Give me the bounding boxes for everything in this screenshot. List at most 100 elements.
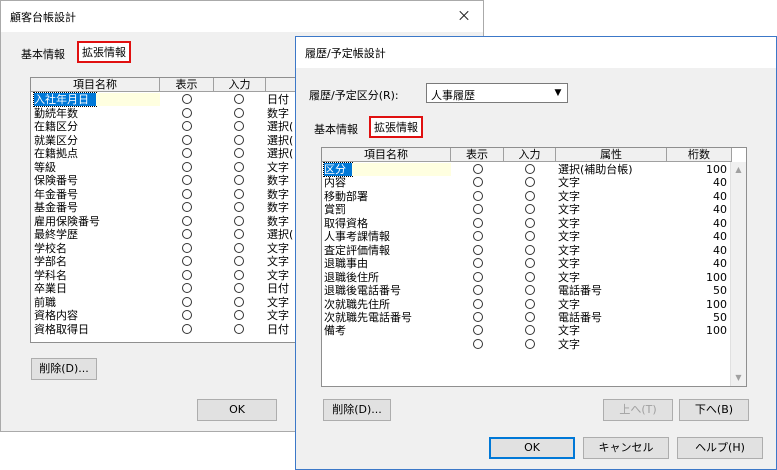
table-row[interactable]: 備考 文字 100 — [322, 324, 730, 337]
display-radio[interactable] — [182, 283, 192, 293]
table-row[interactable]: 査定評価情報 文字 40 — [322, 244, 730, 257]
display-radio[interactable] — [473, 338, 483, 349]
input-radio[interactable] — [234, 94, 244, 104]
table-row[interactable]: 卒業日 日付 — [31, 282, 299, 295]
cell-item-name[interactable]: 学部名 — [34, 255, 154, 268]
table-row[interactable]: 賞罰 文字 40 — [322, 203, 730, 216]
table-row[interactable]: 内容 文字 40 — [322, 176, 730, 189]
cell-item-name[interactable]: 最終学歴 — [34, 228, 154, 241]
cell-item-name[interactable]: 退職後電話番号 — [324, 284, 450, 297]
move-down-button[interactable]: 下へ(B) — [679, 399, 749, 421]
input-radio[interactable] — [234, 310, 244, 320]
header-item-name[interactable]: 項目名称 — [322, 148, 451, 162]
input-radio[interactable] — [525, 258, 535, 269]
display-radio[interactable] — [473, 311, 483, 322]
cell-item-name[interactable]: 学校名 — [34, 242, 154, 255]
input-radio[interactable] — [234, 107, 244, 118]
table-row[interactable]: 入社年月日 日付 — [31, 92, 299, 107]
input-radio[interactable] — [525, 244, 535, 255]
input-radio[interactable] — [525, 177, 535, 188]
table-row[interactable]: 学部名 文字 — [31, 255, 299, 268]
chevron-down-icon[interactable]: ▼ — [550, 85, 566, 101]
table-row[interactable]: 年金番号 数字 — [31, 188, 299, 201]
cancel-button[interactable]: キャンセル — [583, 437, 669, 459]
cell-item-name[interactable]: 卒業日 — [34, 282, 154, 295]
tab-extended-info[interactable]: 拡張情報 — [77, 41, 131, 63]
input-radio[interactable] — [234, 148, 244, 158]
help-button[interactable]: ヘルプ(H) — [677, 437, 763, 459]
display-radio[interactable] — [473, 244, 483, 255]
display-radio[interactable] — [182, 229, 192, 239]
display-radio[interactable] — [182, 121, 192, 131]
header-input[interactable]: 入力 — [214, 78, 266, 92]
cell-item-name[interactable]: 等級 — [34, 161, 154, 174]
table-row[interactable]: 区分 選択(補助台帳) 100 — [322, 162, 730, 177]
delete-button[interactable]: 削除(D)... — [323, 399, 391, 421]
input-radio[interactable] — [525, 164, 535, 174]
table-row[interactable]: 等級 文字 — [31, 161, 299, 174]
input-radio[interactable] — [525, 298, 535, 309]
cell-item-name[interactable]: 前職 — [34, 296, 154, 309]
display-radio[interactable] — [182, 256, 192, 266]
cell-item-name[interactable] — [324, 338, 450, 351]
table-row[interactable]: 資格内容 文字 — [31, 309, 299, 322]
table-row[interactable]: 退職後住所 文字 100 — [322, 271, 730, 284]
input-radio[interactable] — [525, 204, 535, 215]
input-radio[interactable] — [234, 242, 244, 253]
display-radio[interactable] — [473, 177, 483, 188]
cell-item-name[interactable]: 次就職先住所 — [324, 298, 450, 311]
display-radio[interactable] — [473, 231, 483, 242]
display-radio[interactable] — [182, 242, 192, 253]
cell-item-name[interactable]: 査定評価情報 — [324, 244, 450, 257]
display-radio[interactable] — [182, 215, 192, 226]
cell-item-name[interactable]: 年金番号 — [34, 188, 154, 201]
input-radio[interactable] — [234, 256, 244, 266]
input-radio[interactable] — [525, 325, 535, 336]
display-radio[interactable] — [473, 271, 483, 282]
tab-basic-info[interactable]: 基本情報 — [314, 121, 358, 137]
input-radio[interactable] — [234, 229, 244, 239]
display-radio[interactable] — [473, 258, 483, 269]
display-radio[interactable] — [182, 310, 192, 320]
header-digits[interactable]: 桁数 — [667, 148, 732, 162]
display-radio[interactable] — [473, 217, 483, 228]
scroll-down-icon[interactable]: ▼ — [731, 370, 746, 386]
cell-item-name[interactable]: 人事考課情報 — [324, 230, 450, 243]
move-up-button[interactable]: 上へ(T) — [603, 399, 673, 421]
display-radio[interactable] — [182, 188, 192, 199]
display-radio[interactable] — [182, 269, 192, 280]
input-radio[interactable] — [525, 311, 535, 322]
fields-table[interactable]: 項目名称 表示 入力 属性 桁数 区分 選択(補助台帳) 100 内容 文字 40 移動部署… — [321, 147, 747, 387]
edit-box[interactable] — [352, 163, 451, 176]
ok-button[interactable]: OK — [197, 399, 277, 421]
cell-item-name[interactable]: 雇用保険番号 — [34, 215, 154, 228]
input-radio[interactable] — [234, 121, 244, 131]
cell-item-name[interactable]: 就業区分 — [34, 134, 154, 147]
table-row[interactable]: 文字 — [322, 338, 730, 351]
delete-button[interactable]: 削除(D)... — [31, 358, 97, 380]
display-radio[interactable] — [473, 285, 483, 296]
cell-item-name[interactable]: 資格取得日 — [34, 323, 154, 336]
input-radio[interactable] — [234, 175, 244, 185]
display-radio[interactable] — [182, 296, 192, 307]
table-row[interactable]: 勤続年数 数字 — [31, 107, 299, 120]
cell-item-name[interactable]: 移動部署 — [324, 190, 450, 203]
fields-table[interactable]: 項目名称 表示 入力 入社年月日 日付 勤続年数 数字 在籍区分 選択(就業区分 選択(在籍… — [30, 77, 300, 343]
table-row[interactable]: 雇用保険番号 数字 — [31, 215, 299, 228]
cell-item-name[interactable]: 退職事由 — [324, 257, 450, 270]
input-radio[interactable] — [234, 134, 244, 145]
cell-item-name[interactable]: 資格内容 — [34, 309, 154, 322]
cell-item-name[interactable]: 賞罰 — [324, 203, 450, 216]
cell-item-name[interactable]: 勤続年数 — [34, 107, 154, 120]
table-row[interactable]: 前職 文字 — [31, 296, 299, 309]
display-radio[interactable] — [473, 298, 483, 309]
input-radio[interactable] — [525, 190, 535, 201]
cell-item-name[interactable]: 保険番号 — [34, 174, 154, 187]
display-radio[interactable] — [182, 148, 192, 158]
input-radio[interactable] — [525, 231, 535, 242]
cell-item-name[interactable]: 取得資格 — [324, 217, 450, 230]
display-radio[interactable] — [182, 134, 192, 145]
header-display[interactable]: 表示 — [451, 148, 504, 162]
display-radio[interactable] — [182, 323, 192, 334]
table-row[interactable]: 次就職先電話番号 電話番号 50 — [322, 311, 730, 324]
